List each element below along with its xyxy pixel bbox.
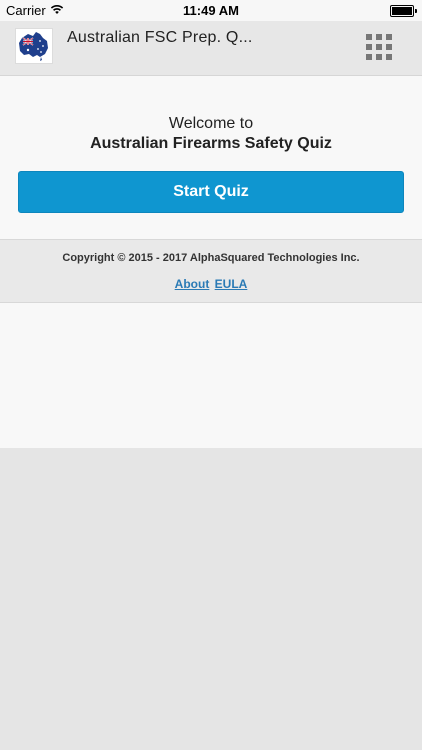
grid-dot — [386, 44, 392, 50]
status-bar: Carrier 11:49 AM — [0, 0, 422, 21]
welcome-text: Welcome to — [168, 115, 254, 132]
content-area — [0, 303, 422, 448]
grid-dot — [366, 44, 372, 50]
battery-icon — [390, 5, 417, 17]
grid-dot — [366, 54, 372, 60]
background-area — [0, 448, 422, 750]
grid-dot — [366, 34, 372, 40]
grid-dot — [376, 54, 382, 60]
footer-links: About EULA — [0, 277, 422, 291]
grid-dot — [386, 34, 392, 40]
grid-menu-icon[interactable] — [366, 34, 392, 60]
grid-dot — [376, 34, 382, 40]
app-title: Australian FSC Prep. Q... — [67, 29, 253, 46]
footer-panel: Copyright © 2015 - 2017 AlphaSquared Tec… — [0, 239, 422, 303]
app-header: Australian FSC Prep. Q... — [0, 21, 422, 76]
eula-link[interactable]: EULA — [215, 277, 248, 291]
quiz-title: Australian Firearms Safety Quiz — [90, 135, 332, 152]
grid-dot — [386, 54, 392, 60]
grid-dot — [376, 44, 382, 50]
copyright-text: Copyright © 2015 - 2017 AlphaSquared Tec… — [62, 252, 360, 264]
australia-map-flag-logo — [15, 28, 53, 64]
start-quiz-button[interactable]: Start Quiz — [18, 171, 404, 213]
status-time: 11:49 AM — [183, 3, 239, 18]
about-link[interactable]: About — [175, 277, 210, 291]
welcome-panel: Welcome to Australian Firearms Safety Qu… — [0, 76, 422, 239]
